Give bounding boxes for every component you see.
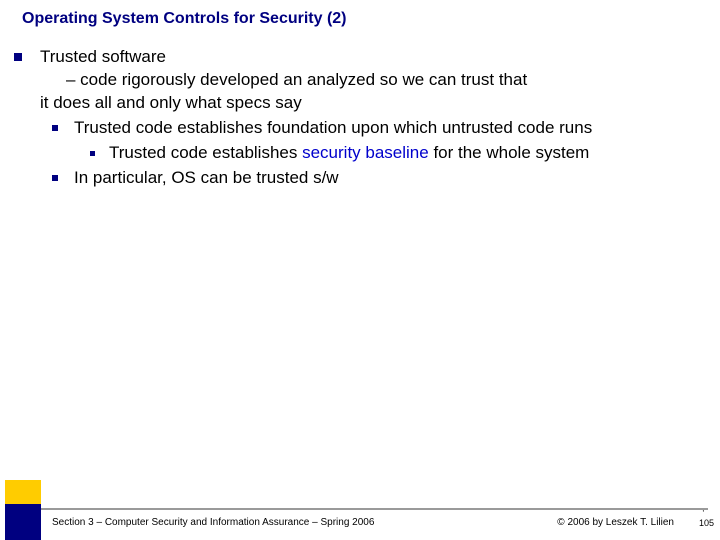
bullet-text: Trusted software – code rigorously devel… xyxy=(40,46,706,115)
square-bullet-icon xyxy=(90,151,95,156)
square-bullet-icon xyxy=(52,125,58,131)
divider-line xyxy=(32,508,708,510)
l2-post: for the whole system xyxy=(429,143,590,162)
page-number: 105 xyxy=(699,518,714,528)
slide-title: Operating System Controls for Security (… xyxy=(0,0,720,28)
dash-line-2: it does all and only what specs say xyxy=(40,92,706,115)
dash-line-1: – code rigorously developed an analyzed … xyxy=(40,69,706,92)
navy-block-icon xyxy=(5,504,41,540)
square-bullet-icon xyxy=(14,53,22,61)
footer-copyright: © 2006 by Leszek T. Lilien xyxy=(557,517,674,528)
yellow-block-icon xyxy=(5,480,41,506)
l2-pre: Trusted code establishes xyxy=(109,143,302,162)
footer-mark: ' xyxy=(702,509,704,518)
slide-body: Trusted software – code rigorously devel… xyxy=(0,28,720,190)
security-baseline-link: security baseline xyxy=(302,143,429,162)
bullet-text: Trusted code establishes security baseli… xyxy=(109,142,706,165)
bullet-level-1: Trusted code establishes foundation upon… xyxy=(14,117,706,140)
bullet-text: In particular, OS can be trusted s/w xyxy=(74,167,706,190)
bullet-level-0: Trusted software – code rigorously devel… xyxy=(14,46,706,115)
footer-section: Section 3 – Computer Security and Inform… xyxy=(52,517,374,528)
bullet-level-2: Trusted code establishes security baseli… xyxy=(14,142,706,165)
bullet-text: Trusted code establishes foundation upon… xyxy=(74,117,706,140)
trusted-software-head: Trusted software xyxy=(40,47,166,66)
square-bullet-icon xyxy=(52,175,58,181)
bullet-level-1: In particular, OS can be trusted s/w xyxy=(14,167,706,190)
